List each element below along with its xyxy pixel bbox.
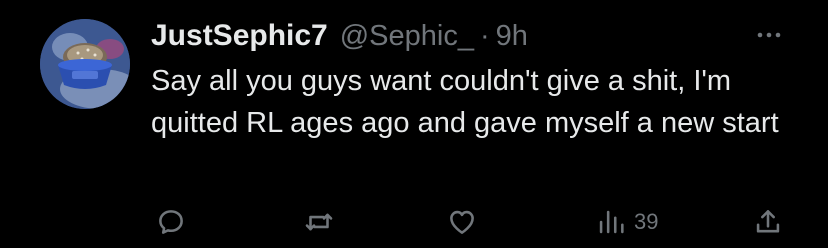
retweet-button[interactable] bbox=[302, 202, 336, 242]
tweet-header: JustSephic7 @Sephic_ · 9h bbox=[151, 16, 528, 56]
like-button[interactable] bbox=[445, 202, 479, 242]
tweet-timestamp[interactable]: 9h bbox=[496, 20, 528, 53]
tweet[interactable]: JustSephic7 @Sephic_ · 9h Say all you gu… bbox=[0, 0, 828, 248]
views-bar-chart-icon bbox=[599, 210, 624, 234]
header-separator: · bbox=[479, 19, 490, 52]
reply-button[interactable] bbox=[154, 202, 188, 242]
reply-icon bbox=[159, 210, 183, 234]
more-options-button[interactable] bbox=[754, 22, 784, 48]
heart-icon bbox=[450, 210, 474, 234]
more-dots-icon bbox=[757, 32, 781, 38]
author-handle[interactable]: @Sephic_ bbox=[340, 20, 474, 53]
share-button[interactable] bbox=[751, 202, 785, 242]
hedgehog-in-bowl-avatar bbox=[40, 19, 130, 109]
tweet-text: Say all you guys want couldn't give a sh… bbox=[151, 65, 779, 139]
author-avatar[interactable] bbox=[40, 19, 130, 109]
views-button[interactable]: 39 bbox=[594, 202, 658, 242]
retweet-icon bbox=[305, 213, 333, 231]
author-display-name[interactable]: JustSephic7 bbox=[151, 19, 328, 53]
share-icon bbox=[756, 210, 780, 233]
views-count: 39 bbox=[634, 209, 659, 234]
